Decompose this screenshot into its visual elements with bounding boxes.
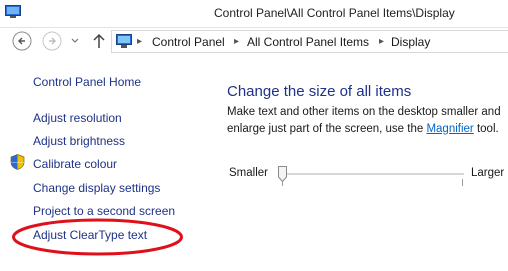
control-panel-home-link[interactable]: Control Panel Home [33, 75, 141, 89]
change-display-settings-link[interactable]: Change display settings [33, 181, 160, 195]
forward-icon [42, 31, 62, 51]
calibrate-colour-link[interactable]: Calibrate colour [33, 157, 117, 171]
up-icon [93, 33, 105, 48]
address-bar[interactable]: ▸ Control Panel ▸ All Control Panel Item… [111, 30, 508, 53]
window-title: Control Panel\All Control Panel Items\Di… [214, 6, 455, 20]
magnifier-link[interactable]: Magnifier [426, 123, 473, 135]
address-monitor-icon [116, 34, 132, 48]
back-button[interactable] [11, 30, 33, 52]
description-line-1: Make text and other items on the desktop… [227, 106, 501, 118]
adjust-brightness-link[interactable]: Adjust brightness [33, 134, 125, 148]
breadcrumb-display[interactable]: Display [391, 35, 430, 49]
description-text: enlarge just part of the screen, use the [227, 123, 427, 135]
navigation-bar: ▸ Control Panel ▸ All Control Panel Item… [0, 28, 508, 58]
control-panel-icon [5, 5, 21, 18]
breadcrumb-separator: ▸ [234, 36, 240, 47]
adjust-resolution-link[interactable]: Adjust resolution [33, 111, 122, 125]
description-text-end: tool. [473, 123, 499, 135]
breadcrumb-separator: ▸ [137, 36, 143, 47]
recent-pages-button[interactable] [70, 30, 80, 52]
project-second-screen-link[interactable]: Project to a second screen [33, 204, 175, 218]
title-bar: Control Panel\All Control Panel Items\Di… [0, 0, 508, 28]
size-slider-track[interactable] [284, 173, 464, 175]
slider-tick [462, 179, 463, 186]
highlight-ellipse [12, 218, 183, 256]
uac-shield-icon [10, 154, 25, 170]
back-icon [12, 31, 32, 51]
page-title: Change the size of all items [227, 83, 412, 100]
slider-max-label: Larger [471, 167, 505, 179]
size-slider-thumb[interactable] [278, 166, 287, 182]
breadcrumb-all-items[interactable]: All Control Panel Items [247, 35, 369, 49]
description-line-2: enlarge just part of the screen, use the… [227, 123, 499, 135]
up-button[interactable] [88, 30, 110, 52]
slider-min-label: Smaller [229, 167, 268, 179]
breadcrumb-control-panel[interactable]: Control Panel [152, 35, 225, 49]
forward-button[interactable] [41, 30, 63, 52]
chevron-down-icon [71, 38, 79, 43]
main-content: Change the size of all items Make text a… [212, 58, 508, 271]
breadcrumb-separator: ▸ [379, 36, 385, 47]
